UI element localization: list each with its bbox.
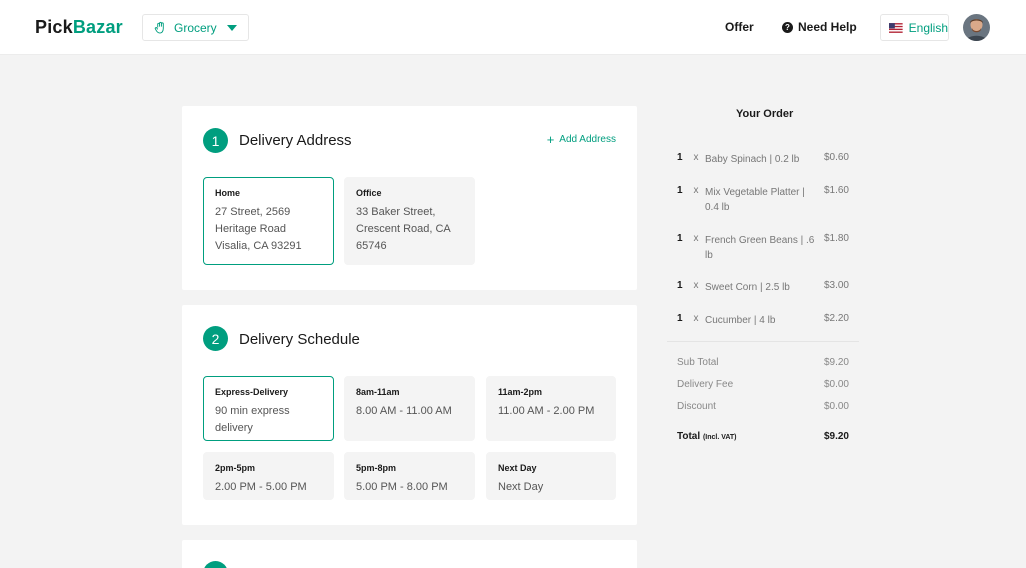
step-number: 1 [203, 128, 228, 153]
item-name: Baby Spinach | 0.2 lb [705, 154, 800, 165]
nav-help-label: Need Help [798, 20, 857, 34]
logo[interactable]: PickBazar [35, 17, 123, 38]
language-selector[interactable]: English [880, 14, 949, 41]
plus-icon: + [546, 131, 555, 147]
item-x: x [693, 152, 699, 163]
option-title: Next Day [498, 463, 537, 473]
option-body: 8.00 AM - 11.00 AM [356, 405, 452, 417]
option-body: 90 min express delivery [215, 405, 290, 434]
step-number: 2 [203, 326, 228, 351]
option-title: 8am-11am [356, 387, 400, 397]
schedule-option-2pm-5pm[interactable]: 2pm-5pm 2.00 PM - 5.00 PM [203, 452, 334, 500]
order-divider [667, 341, 859, 342]
subtotal-row: Sub Total $9.20 [677, 357, 849, 368]
avatar-image [963, 14, 990, 41]
order-item: 1 x Sweet Corn | 2.5 lb $3.00 [677, 280, 849, 295]
schedule-option-next-day[interactable]: Next Day Next Day [486, 452, 616, 500]
card-title: Delivery Schedule [239, 331, 360, 348]
total-vat-note: (Incl. VAT) [702, 434, 737, 441]
item-x: x [693, 233, 699, 244]
delivery-address-card: 1 Delivery Address + Add Address Home 27… [182, 106, 637, 290]
item-name: Mix Vegetable Platter | 0.4 lb [705, 187, 805, 213]
address-option-office[interactable]: Office 33 Baker Street, Crescent Road, C… [344, 177, 475, 265]
card-title: Delivery Address [239, 132, 352, 149]
item-name: Sweet Corn | 2.5 lb [705, 282, 790, 293]
subtotal-value: $9.20 [823, 357, 849, 368]
delivery-fee-label: Delivery Fee [677, 379, 734, 390]
next-step-card [182, 540, 637, 568]
order-item: 1 x Cucumber | 4 lb $2.20 [677, 313, 849, 328]
subtotal-label: Sub Total [677, 357, 719, 368]
total-label: Total [677, 431, 701, 442]
chevron-down-icon [227, 25, 237, 31]
item-name: French Green Beans | .6 lb [705, 235, 815, 261]
item-qty: 1 [677, 152, 683, 163]
us-flag-icon [889, 22, 903, 33]
total-row: Total (Incl. VAT) $9.20 [677, 431, 849, 442]
order-title: Your Order [736, 108, 794, 120]
category-selector[interactable]: Grocery [142, 14, 249, 41]
item-x: x [693, 313, 699, 324]
nav-offer-link[interactable]: Offer [725, 20, 754, 34]
logo-text: Pick [35, 17, 73, 37]
item-price: $0.60 [823, 152, 849, 163]
option-body: 2.00 PM - 5.00 PM [215, 481, 307, 493]
order-item: 1 x Baby Spinach | 0.2 lb $0.60 [677, 152, 849, 167]
option-title: 11am-2pm [498, 387, 543, 397]
discount-value: $0.00 [823, 401, 849, 412]
total-label-group: Total (Incl. VAT) [677, 431, 737, 442]
logo-text-accent: Bazar [72, 17, 123, 37]
nav-help-link[interactable]: ? Need Help [782, 20, 857, 34]
option-body: 27 Street, 2569 Heritage Road Visalia, C… [215, 206, 302, 252]
item-price: $1.60 [823, 185, 849, 196]
discount-row: Discount $0.00 [677, 401, 849, 412]
delivery-schedule-card: 2 Delivery Schedule Express-Delivery 90 … [182, 305, 637, 525]
option-title: Home [215, 188, 241, 198]
order-item: 1 x Mix Vegetable Platter | 0.4 lb $1.60 [677, 185, 849, 215]
option-body: 5.00 PM - 8.00 PM [356, 481, 448, 493]
schedule-option-11am-2pm[interactable]: 11am-2pm 11.00 AM - 2.00 PM [486, 376, 616, 441]
hand-icon [154, 21, 164, 34]
address-option-home[interactable]: Home 27 Street, 2569 Heritage Road Visal… [203, 177, 334, 265]
schedule-option-5pm-8pm[interactable]: 5pm-8pm 5.00 PM - 8.00 PM [344, 452, 475, 500]
option-title: 5pm-8pm [356, 463, 397, 473]
delivery-fee-row: Delivery Fee $0.00 [677, 379, 849, 390]
item-x: x [693, 280, 699, 291]
total-value: $9.20 [823, 431, 849, 442]
avatar[interactable] [963, 14, 990, 41]
option-title: Express-Delivery [215, 387, 289, 397]
option-body: 11.00 AM - 2.00 PM [498, 405, 595, 417]
discount-label: Discount [677, 401, 716, 412]
item-qty: 1 [677, 185, 683, 196]
category-label: Grocery [174, 20, 217, 35]
item-qty: 1 [677, 313, 683, 324]
item-name: Cucumber | 4 lb [705, 315, 776, 326]
top-header: PickBazar Grocery Offer ? Need Help Engl… [0, 0, 1026, 55]
schedule-option-express[interactable]: Express-Delivery 90 min express delivery [203, 376, 334, 441]
item-price: $3.00 [823, 280, 849, 291]
option-body: 33 Baker Street, Crescent Road, CA 65746 [356, 206, 451, 252]
item-price: $1.80 [823, 233, 849, 244]
option-title: 2pm-5pm [215, 463, 256, 473]
delivery-fee-value: $0.00 [823, 379, 849, 390]
help-icon: ? [782, 21, 793, 33]
language-label: English [908, 20, 948, 35]
item-qty: 1 [677, 233, 683, 244]
step-number [203, 561, 228, 568]
option-body: Next Day [498, 481, 544, 493]
item-price: $2.20 [823, 313, 849, 324]
add-address-label: Add Address [559, 134, 616, 145]
item-x: x [693, 185, 699, 196]
add-address-button[interactable]: + Add Address [546, 131, 616, 147]
item-qty: 1 [677, 280, 683, 291]
order-item: 1 x French Green Beans | .6 lb $1.80 [677, 233, 849, 263]
option-title: Office [356, 188, 382, 198]
schedule-option-8am-11am[interactable]: 8am-11am 8.00 AM - 11.00 AM [344, 376, 475, 441]
